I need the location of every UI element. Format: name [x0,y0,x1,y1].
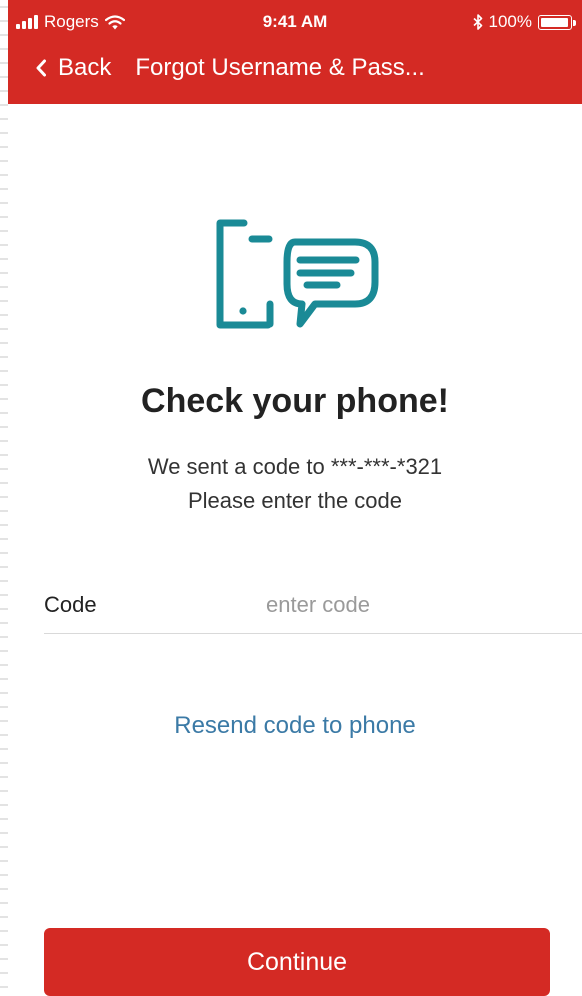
subtitle-instruction: Please enter the code [187,488,403,513]
resend-code-link[interactable]: Resend code to phone [8,712,582,740]
back-label: Back [58,54,112,81]
page-title: Check your phone! [141,382,449,420]
subtitle-code-sent: We sent a code to ***-***-*321 [147,454,443,479]
battery-icon [538,14,576,30]
status-right: 100% [472,12,576,32]
page-edge [0,0,8,996]
code-field-row: Code [44,576,582,634]
chevron-left-icon [36,59,46,77]
phone-message-icon [216,219,379,329]
continue-button[interactable]: Continue [44,928,550,996]
battery-percent: 100% [488,12,532,31]
back-button[interactable]: Back [8,54,111,82]
subtitle: We sent a code to ***-***-*321 Please en… [8,450,582,518]
code-label: Code [44,591,97,617]
status-bar: Rogers 9:41 AM 100% [8,0,582,40]
continue-label: Continue [246,947,348,976]
nav-title: Forgot Username & Pass... [135,54,425,81]
nav-bar: Back Forgot Username & Pass... [8,40,582,96]
code-input[interactable] [266,591,566,618]
header: Rogers 9:41 AM 100% Back Forgot Username… [8,0,582,104]
bluetooth-icon [472,14,482,30]
